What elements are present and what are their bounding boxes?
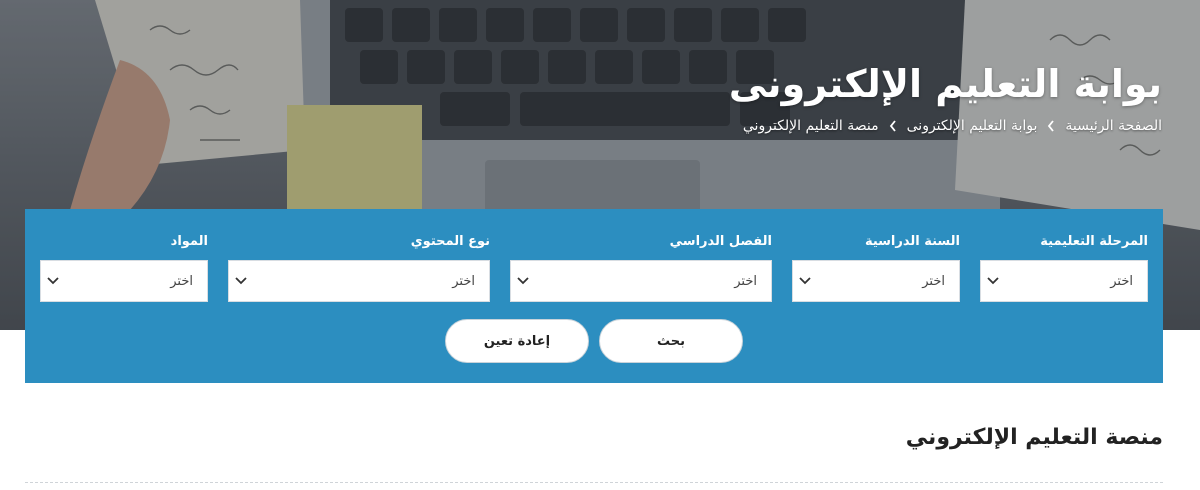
filter-label: المرحلة التعليمية <box>1040 234 1148 249</box>
filter-academic-year: السنة الدراسية اختر <box>792 233 960 302</box>
academic-year-select[interactable]: اختر <box>792 260 960 302</box>
breadcrumb-portal-link[interactable]: بوابة التعليم الإلكترونى <box>907 118 1038 134</box>
section-divider <box>25 482 1163 483</box>
breadcrumb-current: منصة التعليم الإلكتروني <box>742 118 879 134</box>
search-button[interactable]: بحث <box>599 319 743 363</box>
chevron-down-icon <box>517 277 529 285</box>
chevron-down-icon <box>799 277 811 285</box>
page-title: بوابة التعليم الإلكترونى <box>728 62 1162 106</box>
chevron-down-icon <box>47 277 59 285</box>
content-type-select[interactable]: اختر <box>228 260 490 302</box>
filter-label: نوع المحتوي <box>410 234 490 249</box>
select-value: اختر <box>452 274 475 289</box>
chevron-right-icon <box>1047 120 1055 132</box>
semester-select[interactable]: اختر <box>510 260 772 302</box>
select-value: اختر <box>1110 274 1133 289</box>
subjects-select[interactable]: اختر <box>40 260 208 302</box>
select-value: اختر <box>922 274 945 289</box>
filter-label: السنة الدراسية <box>864 234 960 249</box>
filter-label: المواد <box>170 234 208 249</box>
filter-educational-stage: المرحلة التعليمية اختر <box>980 233 1148 302</box>
chevron-down-icon <box>987 277 999 285</box>
breadcrumb-home-link[interactable]: الصفحة الرئيسية <box>1065 118 1162 134</box>
filter-semester: الفصل الدراسي اختر <box>510 233 772 302</box>
filter-subjects: المواد اختر <box>40 233 208 302</box>
chevron-right-icon <box>889 120 897 132</box>
filter-panel: المرحلة التعليمية اختر السنة الدراسية اخ… <box>25 209 1163 383</box>
reset-button[interactable]: إعادة تعين <box>445 319 589 363</box>
filter-content-type: نوع المحتوي اختر <box>228 233 490 302</box>
section-title: منصة التعليم الإلكتروني <box>905 425 1163 450</box>
breadcrumb: الصفحة الرئيسية بوابة التعليم الإلكترونى… <box>743 118 1162 134</box>
filter-label: الفصل الدراسي <box>669 234 772 249</box>
chevron-down-icon <box>235 277 247 285</box>
select-value: اختر <box>170 274 193 289</box>
educational-stage-select[interactable]: اختر <box>980 260 1148 302</box>
select-value: اختر <box>734 274 757 289</box>
